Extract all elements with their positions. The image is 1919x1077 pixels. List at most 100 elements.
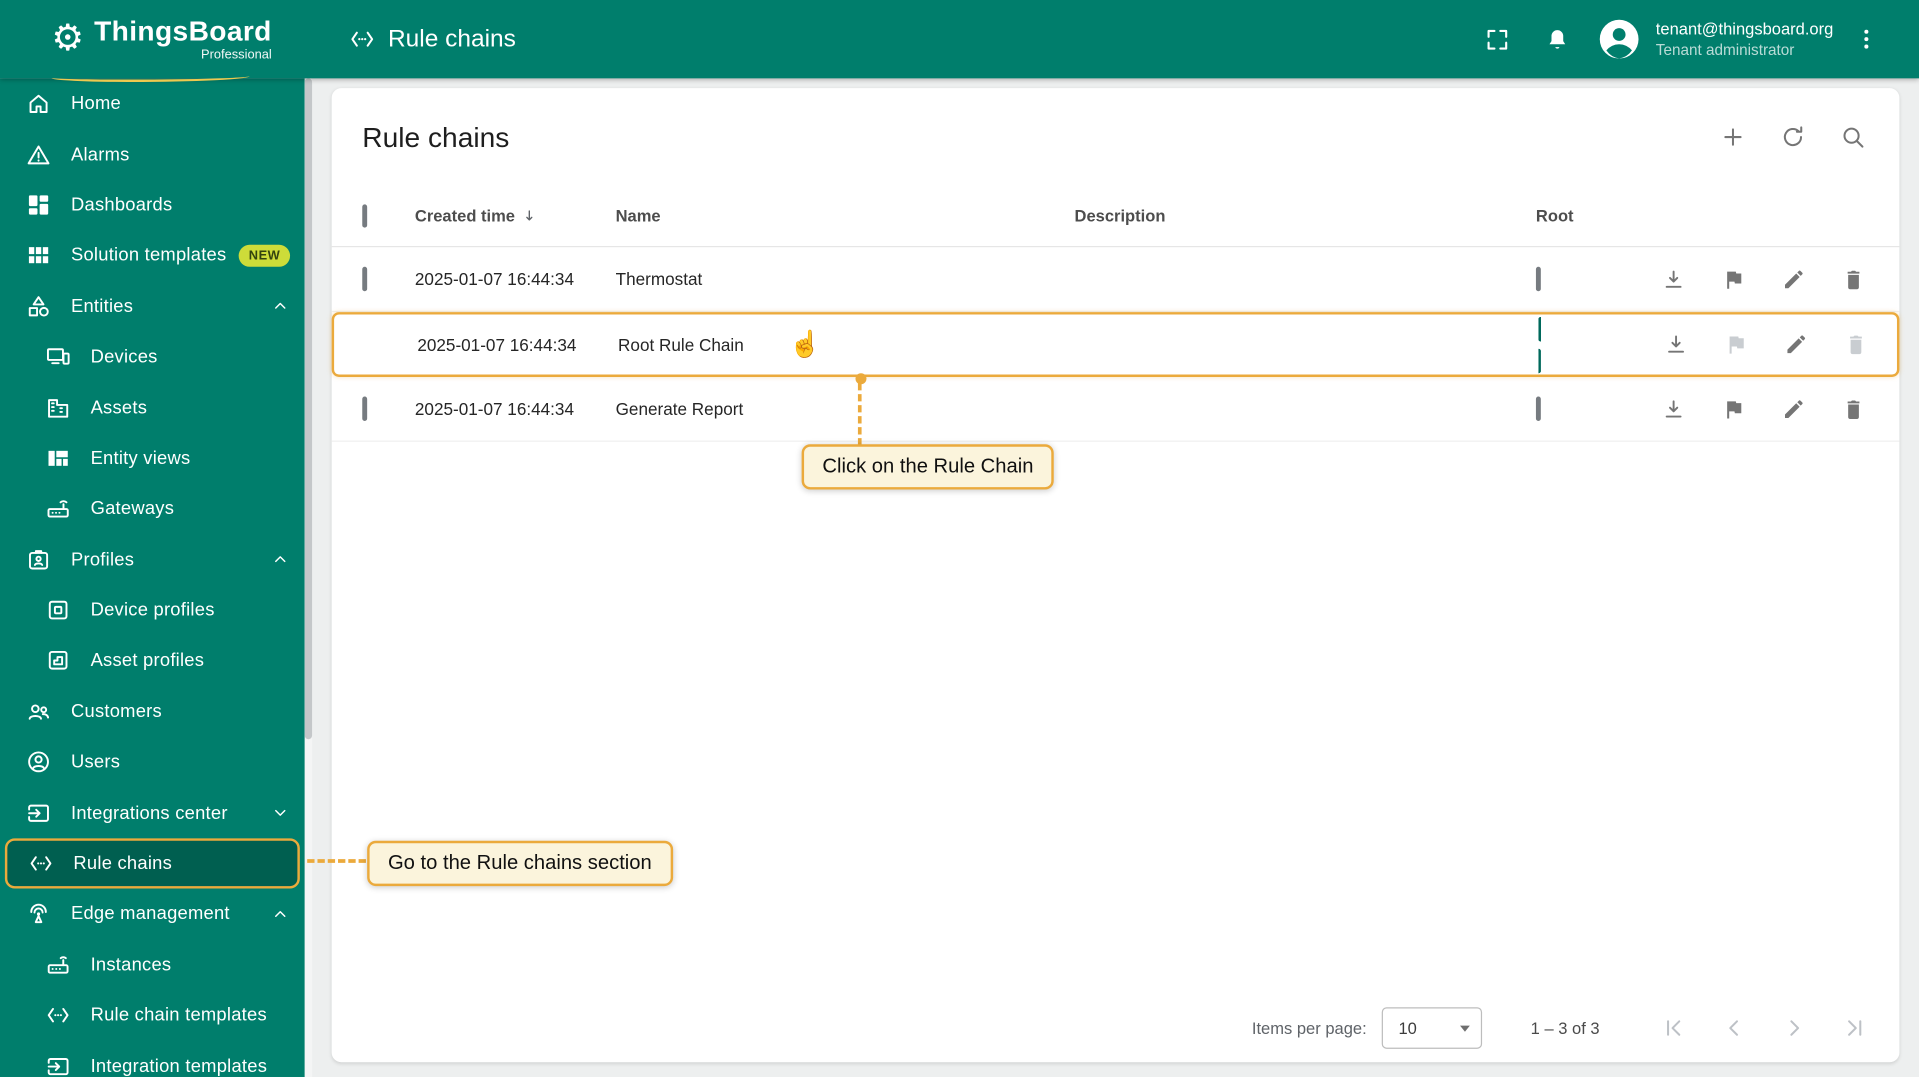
cell-created-time: 2025-01-07 16:44:34 [414, 269, 574, 289]
sidebar-item-label: Solution templates [70, 245, 227, 267]
download-button[interactable] [1644, 384, 1704, 433]
table-row-root-rule-chain[interactable]: 2025-01-07 16:44:34 Root Rule Chain [331, 312, 1900, 377]
row-checkbox[interactable] [362, 266, 368, 292]
paginator: Items per page: 10 1 – 3 of 3 [332, 994, 1900, 1063]
gateway-icon [44, 495, 71, 522]
sidebar-item-profiles[interactable]: Profiles [0, 534, 305, 585]
sidebar-item-dashboards[interactable]: Dashboards [0, 180, 305, 231]
items-per-page-label: Items per page: [1251, 1018, 1367, 1038]
add-rule-chain-button[interactable] [1702, 113, 1762, 162]
sidebar-item-alarms[interactable]: Alarms [0, 129, 305, 180]
edit-icon [1783, 332, 1809, 358]
select-all-checkbox[interactable] [362, 204, 368, 228]
notifications-button[interactable] [1527, 15, 1587, 64]
tutorial-tooltip-sidebar: Go to the Rule chains section [367, 840, 673, 887]
sidebar-item-edge-management[interactable]: Edge management [0, 889, 305, 940]
user-menu[interactable]: tenant@thingsboard.org Tenant administra… [1656, 18, 1834, 59]
avatar-icon [1596, 16, 1643, 63]
sidebar-item-assets[interactable]: Assets [0, 382, 305, 433]
sidebar-item-customers[interactable]: Customers [0, 686, 305, 737]
edit-button[interactable] [1764, 384, 1824, 433]
sidebar-item-users[interactable]: Users [0, 737, 305, 788]
search-icon [1839, 124, 1866, 151]
next-page-button[interactable] [1764, 1004, 1824, 1053]
sidebar-item-label: Instances [90, 954, 172, 976]
avatar[interactable] [1587, 15, 1651, 64]
set-root-button[interactable] [1704, 255, 1764, 304]
sidebar-item-label: Integrations center [70, 802, 228, 824]
table-row-generate-report[interactable]: 2025-01-07 16:44:34 Generate Report [331, 377, 1900, 442]
user-email: tenant@thingsboard.org [1655, 19, 1834, 39]
items-per-page-select[interactable]: 10 [1381, 1007, 1482, 1049]
delete-button[interactable] [1824, 255, 1884, 304]
table-row-thermostat[interactable]: 2025-01-07 16:44:34 Thermostat [331, 247, 1900, 313]
view-quilt-icon [44, 445, 71, 472]
delete-button[interactable] [1824, 384, 1884, 433]
chevron-up-icon [270, 550, 290, 570]
app: ⚙ ThingsBoard Professional Rule chains t… [0, 0, 1919, 1077]
sidebar-item-integration-templates[interactable]: Integration templates [0, 1041, 305, 1077]
first-page-icon [1660, 1015, 1687, 1042]
flag-icon [1721, 266, 1747, 292]
column-header-description: Description [1075, 207, 1536, 225]
notifications-icon [1543, 25, 1571, 53]
row-checkbox[interactable] [362, 396, 368, 422]
refresh-button[interactable] [1762, 113, 1822, 162]
cell-name: Thermostat [615, 269, 703, 289]
sidebar-item-gateways[interactable]: Gateways [0, 484, 305, 535]
last-page-button[interactable] [1824, 1004, 1884, 1053]
column-label: Created time [414, 206, 515, 226]
page-title: Rule chains [387, 25, 516, 53]
sidebar-item-solution-templates[interactable]: Solution templates NEW [0, 230, 305, 281]
warning-icon [24, 141, 51, 168]
next-page-icon [1780, 1015, 1807, 1042]
sidebar-item-home[interactable]: Home [0, 78, 305, 129]
root-checkbox[interactable] [1535, 396, 1541, 422]
sidebar-item-entity-views[interactable]: Entity views [0, 433, 305, 484]
sidebar-item-entities[interactable]: Entities [0, 281, 305, 332]
set-root-button[interactable] [1704, 384, 1764, 433]
rule-chains-icon [349, 26, 376, 53]
cell-name: Generate Report [615, 398, 744, 419]
edit-button[interactable] [1764, 255, 1824, 304]
badge-icon [24, 546, 51, 573]
sidebar-item-asset-profiles[interactable]: Asset profiles [0, 636, 305, 687]
download-button[interactable] [1644, 255, 1704, 304]
sidebar-item-label: Profiles [70, 549, 135, 570]
search-button[interactable] [1822, 113, 1882, 162]
building-icon [44, 394, 71, 421]
sidebar-item-devices[interactable]: Devices [0, 332, 305, 383]
chevron-down-icon [270, 803, 290, 823]
prev-page-button[interactable] [1704, 1004, 1764, 1053]
flag-icon [1721, 396, 1747, 422]
download-icon [1661, 266, 1687, 292]
edit-button[interactable] [1766, 320, 1826, 369]
cell-created-time: 2025-01-07 16:44:34 [414, 398, 574, 419]
sidebar-item-device-profiles[interactable]: Device profiles [0, 585, 305, 636]
sidebar-item-label: Asset profiles [90, 650, 205, 672]
logo-subtitle: Professional [201, 47, 272, 62]
logo[interactable]: ⚙ ThingsBoard Professional [0, 16, 305, 83]
input-icon [44, 1053, 71, 1077]
sidebar-scrollbar-thumb[interactable] [304, 78, 313, 740]
sidebar-item-label: Device profiles [90, 599, 215, 621]
sidebar-item-instances[interactable]: Instances [0, 939, 305, 990]
download-button[interactable] [1646, 320, 1706, 369]
page-nav [1644, 1004, 1884, 1053]
sidebar-item-label: Users [70, 751, 121, 773]
more-menu-button[interactable] [1846, 15, 1888, 64]
sidebar-item-label: Dashboards [70, 194, 173, 216]
column-header-created-time[interactable]: Created time [415, 207, 616, 225]
sidebar-item-rule-chains[interactable]: Rule chains [4, 838, 300, 889]
sidebar-item-label: Rule chains [73, 853, 173, 874]
sidebar-item-label: Edge management [70, 903, 230, 925]
user-role: Tenant administrator [1655, 41, 1795, 59]
router-icon [44, 951, 71, 978]
root-checkbox[interactable] [1538, 316, 1647, 373]
sidebar-item-rule-chain-templates[interactable]: Rule chain templates [0, 990, 305, 1041]
sidebar-item-integrations-center[interactable]: Integrations center [0, 788, 305, 839]
fullscreen-button[interactable] [1467, 15, 1527, 64]
column-header-name[interactable]: Name [616, 207, 1075, 225]
first-page-button[interactable] [1644, 1004, 1704, 1053]
root-checkbox[interactable] [1535, 266, 1541, 292]
